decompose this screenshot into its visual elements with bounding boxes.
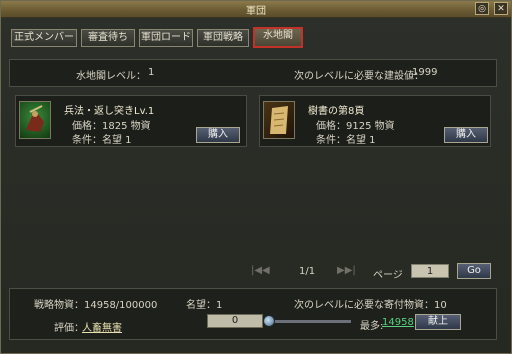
condition-value: 名望 1 — [346, 135, 376, 146]
condition-value: 名望 1 — [102, 135, 132, 146]
item-name: 兵法・返し突きLv.1 — [64, 106, 155, 117]
rating-link[interactable]: 人畜無害 — [82, 319, 122, 334]
level-value: 1 — [148, 67, 155, 78]
page-input[interactable]: 1 — [411, 264, 449, 278]
buy-button[interactable]: 購入 — [196, 127, 240, 143]
price-value: 9125 物資 — [346, 121, 395, 132]
shop-item-card: 樹書の第8頁 価格： 9125 物資 条件： 名望 1 購入 — [259, 95, 491, 147]
tab-pending[interactable]: 審査待ち — [81, 29, 135, 47]
tab-members[interactable]: 正式メンバー — [11, 29, 77, 47]
first-page-icon[interactable]: |◀◀ — [251, 265, 270, 276]
last-page-icon[interactable]: ▶▶| — [337, 265, 356, 276]
price-label: 価格： — [72, 121, 102, 132]
go-button[interactable]: Go — [457, 263, 491, 279]
minimize-icon[interactable]: ◎ — [475, 2, 489, 15]
tab-suichikaku[interactable]: 水地閣 — [253, 27, 303, 48]
level-label: 水地閣レベル： — [76, 71, 146, 82]
rating-label: 評価： — [54, 323, 84, 334]
condition-label: 条件： — [72, 135, 102, 146]
max-value-link[interactable]: 14958 — [382, 317, 414, 328]
title-bar[interactable]: 軍団 ◎ ✕ — [1, 1, 511, 18]
page-label: ページ — [373, 270, 403, 281]
scroll-icon[interactable] — [263, 101, 295, 139]
next-level-value: 1999 — [412, 67, 438, 78]
donation-slider-track[interactable] — [269, 320, 351, 323]
page-indicator: 1/1 — [299, 266, 316, 277]
tab-guild-strategy[interactable]: 軍団戦略 — [197, 29, 249, 47]
tab-guild-road[interactable]: 軍団ロード — [139, 29, 193, 47]
buy-button[interactable]: 購入 — [444, 127, 488, 143]
guild-window: 軍団 ◎ ✕ 正式メンバー 審査待ち 軍団ロード 軍団戦略 水地閣 水地閣レベル… — [0, 0, 512, 354]
close-icon[interactable]: ✕ — [494, 2, 508, 15]
strategy-resources: 戦略物資：14958/100000 — [34, 300, 158, 311]
warrior-rider-icon[interactable] — [19, 101, 51, 139]
level-info-panel: 水地閣レベル： 1 次のレベルに必要な建設値： 1999 — [9, 59, 497, 87]
donation-amount-input[interactable]: 0 — [207, 314, 263, 328]
donate-button[interactable]: 献上 — [415, 314, 461, 330]
condition-label: 条件： — [316, 135, 346, 146]
window-title: 軍団 — [246, 6, 266, 17]
price-value: 1825 物資 — [102, 121, 151, 132]
shop-item-card: 兵法・返し突きLv.1 価格： 1825 物資 条件： 名望 1 購入 — [15, 95, 247, 147]
fame: 名望：1 — [186, 300, 223, 311]
max-label: 最多: — [360, 321, 384, 332]
next-donation: 次のレベルに必要な寄付物資：10 — [294, 300, 447, 311]
item-name: 樹書の第8頁 — [308, 106, 365, 117]
price-label: 価格： — [316, 121, 346, 132]
donation-slider-handle[interactable] — [263, 315, 275, 327]
next-level-label: 次のレベルに必要な建設値： — [294, 71, 424, 82]
